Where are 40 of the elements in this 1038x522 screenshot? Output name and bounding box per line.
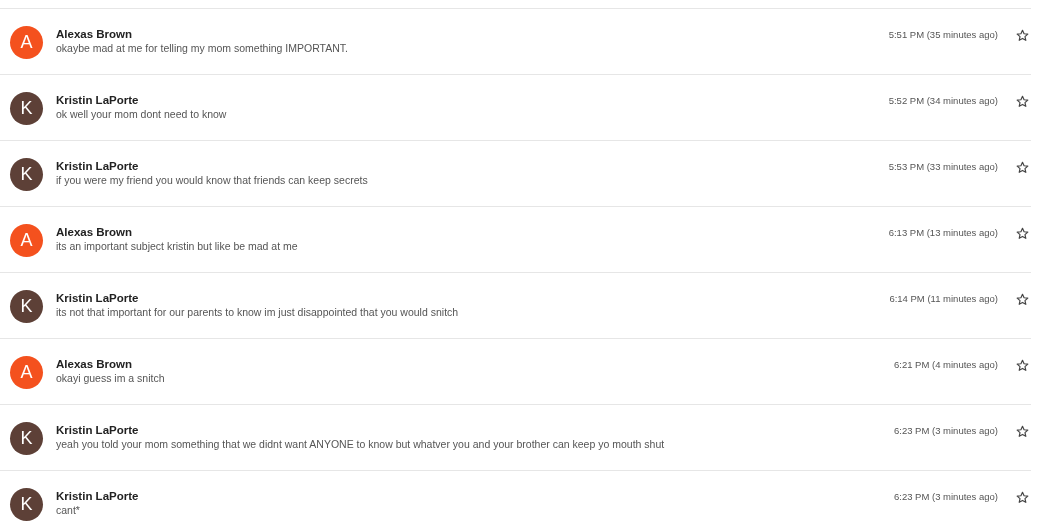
- sender-name: Kristin LaPorte: [56, 489, 140, 503]
- message-time: 6:14 PM (11 minutes ago): [889, 292, 998, 304]
- avatar: K: [10, 92, 43, 125]
- sender-name: Kristin LaPorte: [56, 93, 140, 107]
- message-time: 5:52 PM (34 minutes ago): [888, 94, 998, 106]
- avatar: A: [10, 356, 43, 389]
- sender-name: Alexas Brown: [56, 225, 134, 239]
- avatar: K: [10, 488, 43, 521]
- message-time: 5:51 PM (35 minutes ago): [888, 28, 998, 40]
- star-icon[interactable]: [1016, 425, 1029, 438]
- message-text: yeah you told your mom something that we didnt want ANYONE to know but whatver you and your brother can keep yo mouth shut: [56, 437, 666, 451]
- message-text: ok well your mom dont need to know: [56, 107, 228, 121]
- message-time: 6:23 PM (3 minutes ago): [893, 490, 998, 502]
- avatar: K: [10, 290, 43, 323]
- sender-name: Kristin LaPorte: [56, 423, 140, 437]
- message-time: 6:13 PM (13 minutes ago): [888, 226, 998, 238]
- star-icon[interactable]: [1016, 29, 1029, 42]
- sender-name: Alexas Brown: [56, 357, 134, 371]
- avatar: A: [10, 224, 43, 257]
- message-text: cant*: [56, 503, 81, 517]
- avatar: K: [10, 158, 43, 191]
- message-text: if you were my friend you would know that friends can keep secrets: [56, 173, 369, 187]
- star-icon[interactable]: [1016, 293, 1029, 306]
- avatar: K: [10, 422, 43, 455]
- sender-name: Kristin LaPorte: [56, 159, 140, 173]
- message-text: okaybe mad at me for telling my mom something IMPORTANT.: [56, 41, 349, 55]
- star-icon[interactable]: [1016, 95, 1029, 108]
- message-time: 5:53 PM (33 minutes ago): [888, 160, 998, 172]
- message-time: 6:21 PM (4 minutes ago): [893, 358, 998, 370]
- sender-name: Alexas Brown: [56, 27, 134, 41]
- star-icon[interactable]: [1016, 161, 1029, 174]
- message-text: okayi guess im a snitch: [56, 371, 166, 385]
- star-icon[interactable]: [1016, 491, 1029, 504]
- message-text: its not that important for our parents to know im just disappointed that you would snitch: [56, 305, 460, 319]
- sender-name: Kristin LaPorte: [56, 291, 140, 305]
- avatar: A: [10, 26, 43, 59]
- message-text: its an important subject kristin but like be mad at me: [56, 239, 299, 253]
- star-icon[interactable]: [1016, 227, 1029, 240]
- message-time: 6:23 PM (3 minutes ago): [893, 424, 998, 436]
- star-icon[interactable]: [1016, 359, 1029, 372]
